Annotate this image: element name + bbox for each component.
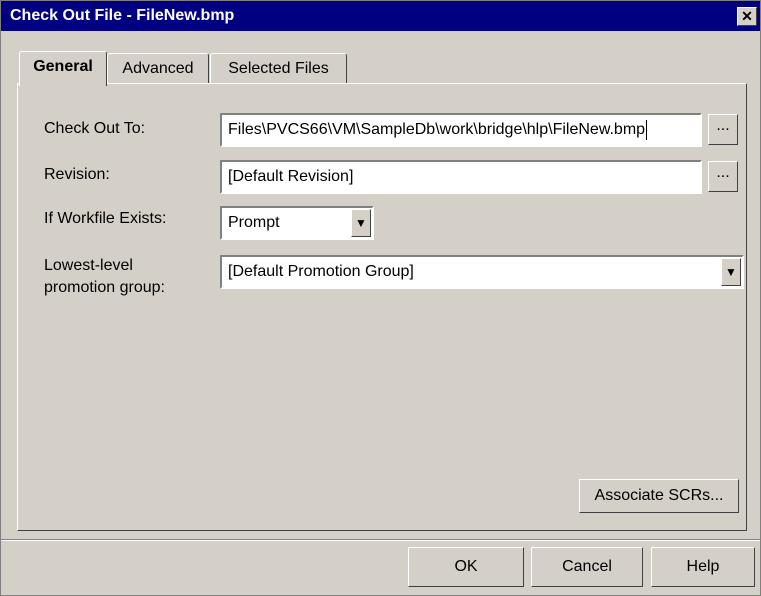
tab-general-label: General <box>33 58 93 75</box>
ok-label: OK <box>454 558 478 575</box>
chevron-down-icon[interactable]: ▼ <box>351 209 371 237</box>
check-out-to-field[interactable]: Files\PVCS66\VM\SampleDb\work\bridge\hlp… <box>220 113 702 147</box>
chevron-down-icon[interactable]: ▼ <box>721 258 741 286</box>
if-workfile-exists-value: Prompt <box>228 214 280 231</box>
associate-scrs-button[interactable]: Associate SCRs... <box>579 479 739 513</box>
ok-button[interactable]: OK <box>408 547 524 587</box>
tab-advanced[interactable]: Advanced <box>107 53 209 84</box>
check-out-to-browse-button[interactable]: ... <box>708 114 738 145</box>
promotion-group-value: [Default Promotion Group] <box>228 263 414 280</box>
promotion-group-label-line1: Lowest-level <box>44 257 133 274</box>
title-bar: Check Out File - FileNew.bmp ✕ <box>1 1 760 31</box>
close-icon: ✕ <box>741 8 753 24</box>
promotion-group-select[interactable]: [Default Promotion Group] ▼ <box>220 255 744 289</box>
tab-selected-files[interactable]: Selected Files <box>210 53 347 84</box>
text-caret <box>646 119 648 140</box>
help-label: Help <box>686 558 720 575</box>
tab-selected-files-label: Selected Files <box>228 60 329 77</box>
revision-value: [Default Revision] <box>228 168 354 185</box>
cancel-button[interactable]: Cancel <box>531 547 643 587</box>
tab-general[interactable]: General <box>19 51 107 86</box>
associate-scrs-label: Associate SCRs... <box>594 487 724 504</box>
check-out-to-label: Check Out To: <box>44 120 146 137</box>
check-out-to-value: Files\PVCS66\VM\SampleDb\work\bridge\hlp… <box>228 121 646 138</box>
window-title: Check Out File - FileNew.bmp <box>10 7 235 24</box>
check-out-file-dialog: Check Out File - FileNew.bmp ✕ General A… <box>0 0 761 596</box>
tab-panel-general: Check Out To: Files\PVCS66\VM\SampleDb\w… <box>17 83 747 531</box>
footer-separator <box>1 539 760 541</box>
revision-label: Revision: <box>44 166 110 183</box>
if-workfile-exists-label: If Workfile Exists: <box>44 210 167 227</box>
revision-browse-button[interactable]: ... <box>708 161 738 192</box>
browse-label: ... <box>716 117 730 134</box>
tab-advanced-label: Advanced <box>122 60 194 77</box>
revision-field[interactable]: [Default Revision] <box>220 160 702 194</box>
cancel-label: Cancel <box>562 558 612 575</box>
browse-label: ... <box>716 164 730 181</box>
if-workfile-exists-select[interactable]: Prompt ▼ <box>220 206 374 240</box>
promotion-group-label-line2: promotion group: <box>44 279 165 296</box>
close-button[interactable]: ✕ <box>737 7 757 26</box>
help-button[interactable]: Help <box>651 547 755 587</box>
